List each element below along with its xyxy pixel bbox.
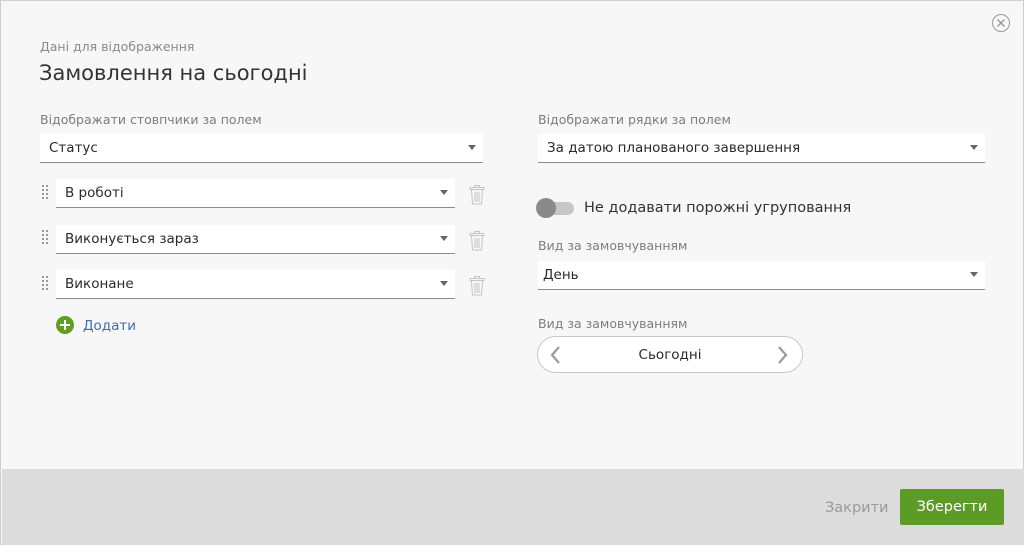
column-value-3: Виконане [65,276,134,292]
period-value: Сьогодні [638,347,702,363]
column-value-2: Виконується зараз [65,231,199,247]
close-button[interactable]: Закрити [825,500,888,516]
dropdown-arrow-icon [970,145,978,150]
save-button[interactable]: Зберегти [900,489,1004,525]
drag-handle-icon[interactable] [42,275,52,293]
column-value-1: В роботі [65,185,124,201]
default-view-value: День [543,267,579,283]
trash-icon[interactable] [468,276,486,296]
column-value-select-3[interactable]: Виконане [56,270,455,299]
rows-field-label: Відображати рядки за полем [538,112,731,127]
default-period-label: Вид за замовчуванням [538,316,688,331]
dropdown-arrow-icon [440,236,448,241]
rows-field-select[interactable]: За датою планованого завершення [538,134,985,163]
trash-icon[interactable] [468,231,486,251]
columns-field-value: Статус [49,140,98,156]
dropdown-arrow-icon [440,190,448,195]
column-value-select-1[interactable]: В роботі [56,179,455,208]
period-pager: Сьогодні [537,336,803,373]
dropdown-arrow-icon [970,272,978,277]
plus-circle-icon [56,316,74,334]
column-value-select-2[interactable]: Виконується зараз [56,225,455,254]
default-view-select[interactable]: День [538,261,985,290]
columns-field-select[interactable]: Статус [40,134,483,163]
empty-groups-label: Не додавати порожні угруповання [584,200,852,216]
drag-handle-icon[interactable] [42,184,52,202]
drag-handle-icon[interactable] [42,229,52,247]
dropdown-arrow-icon [468,145,476,150]
trash-icon[interactable] [468,185,486,205]
dialog-subtitle: Дані для відображення [40,39,195,54]
add-column-label: Додати [83,318,137,334]
empty-groups-toggle[interactable] [536,198,574,218]
dropdown-arrow-icon [440,281,448,286]
toggle-knob [536,198,556,218]
default-view-label: Вид за замовчуванням [538,238,688,253]
close-icon[interactable] [992,14,1010,32]
dialog-title: Замовлення на сьогодні [39,61,308,85]
rows-field-value: За датою планованого завершення [547,140,801,156]
close-icon-glyph [997,19,1005,27]
chevron-right-icon[interactable] [774,345,790,365]
columns-field-label: Відображати стовпчики за полем [40,112,262,127]
settings-dialog: Дані для відображення Замовлення на сьог… [0,0,1024,545]
